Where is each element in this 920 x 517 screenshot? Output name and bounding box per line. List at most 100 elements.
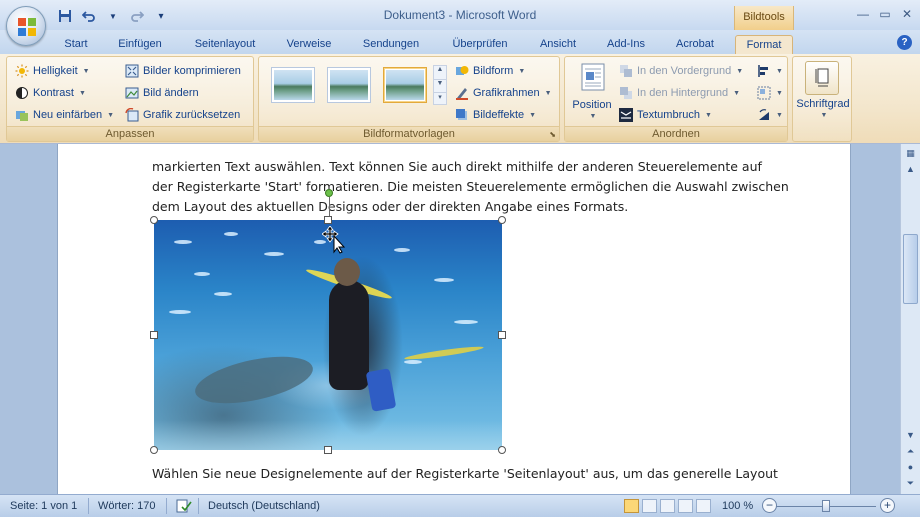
dropdown-arrow-icon: ▼ bbox=[736, 67, 744, 75]
bildform-button[interactable]: Bildform ▼ bbox=[455, 62, 525, 80]
document-text-line[interactable]: der Registerkarte 'Start' formatieren. D… bbox=[152, 177, 789, 197]
tab-acrobat[interactable]: Acrobat bbox=[668, 35, 722, 54]
diver-head-shape bbox=[334, 258, 360, 286]
bild-aendern-label: Bild ändern bbox=[143, 87, 199, 99]
picture-style-thumbnail[interactable] bbox=[271, 67, 315, 103]
previous-page-icon[interactable]: ⏶ bbox=[903, 444, 918, 458]
position-button[interactable]: Position ▼ bbox=[569, 61, 615, 125]
zoom-level[interactable]: 100 % bbox=[722, 500, 753, 512]
resize-handle-sw[interactable] bbox=[150, 446, 158, 454]
proofing-icon[interactable] bbox=[176, 499, 192, 513]
scrollbar-thumb[interactable] bbox=[903, 234, 918, 304]
text-wrapping-icon bbox=[619, 108, 633, 122]
word-count[interactable]: Wörter: 170 bbox=[98, 500, 155, 512]
group-anordnen: Position ▼ In den Vordergrund ▼ In den Hi… bbox=[564, 56, 788, 142]
rotate-button[interactable]: ▼ bbox=[757, 106, 783, 124]
gallery-scroll[interactable]: ▲ ▼ ▾ bbox=[433, 65, 447, 105]
tab-format[interactable]: Format bbox=[735, 35, 793, 54]
outline-view-icon[interactable] bbox=[678, 499, 693, 513]
vordergrund-button[interactable]: In den Vordergrund ▼ bbox=[619, 62, 743, 80]
title-bar: ▼ ▾ Dokument3 - Microsoft Word Bildtools… bbox=[0, 0, 920, 30]
document-text-line[interactable]: dem Layout des aktuellen Designs oder de… bbox=[152, 197, 772, 217]
bildeffekte-button[interactable]: Bildeffekte ▼ bbox=[455, 106, 536, 124]
group-objects-button[interactable]: ▼ bbox=[757, 84, 783, 102]
gallery-down-icon[interactable]: ▼ bbox=[434, 79, 446, 92]
ribbon: Helligkeit ▼ Kontrast ▼ Neu einfärben ▼ Bil… bbox=[0, 54, 920, 144]
scroll-down-icon[interactable]: ▼ bbox=[903, 428, 918, 442]
language-indicator[interactable]: Deutsch (Deutschland) bbox=[208, 500, 320, 512]
tab-sendungen[interactable]: Sendungen bbox=[355, 35, 427, 54]
hintergrund-label: In den Hintergrund bbox=[637, 87, 729, 99]
zoom-in-button[interactable]: + bbox=[880, 498, 895, 513]
textumbruch-button[interactable]: Textumbruch ▼ bbox=[619, 106, 712, 124]
vertical-scrollbar[interactable]: ▦ ▲ ▼ ⏶ ● ⏷ bbox=[900, 144, 920, 494]
tab-ansicht[interactable]: Ansicht bbox=[532, 35, 584, 54]
group-label-anordnen: Anordnen bbox=[565, 126, 787, 141]
document-text-line[interactable]: Wählen Sie neue Designelemente auf der R… bbox=[152, 464, 778, 484]
ruler-toggle-icon[interactable]: ▦ bbox=[903, 146, 918, 160]
fish-shape bbox=[169, 310, 191, 314]
page-count[interactable]: Seite: 1 von 1 bbox=[10, 500, 77, 512]
next-page-icon[interactable]: ⏷ bbox=[903, 476, 918, 490]
grafik-zuruecksetzen-button[interactable]: Grafik zurücksetzen bbox=[125, 106, 240, 124]
selected-picture[interactable] bbox=[154, 220, 502, 450]
compress-pictures-icon bbox=[125, 64, 139, 78]
tab-verweise[interactable]: Verweise bbox=[280, 35, 338, 54]
bild-aendern-button[interactable]: Bild ändern bbox=[125, 84, 199, 102]
tab-ueberpruefen[interactable]: Überprüfen bbox=[444, 35, 516, 54]
gallery-more-icon[interactable]: ▾ bbox=[434, 92, 446, 104]
document-page[interactable]: markierten Text auswählen. Text können S… bbox=[57, 144, 851, 494]
align-button[interactable]: ▼ bbox=[757, 62, 783, 80]
tab-einfuegen[interactable]: Einfügen bbox=[110, 35, 170, 54]
scroll-up-icon[interactable]: ▲ bbox=[903, 162, 918, 176]
picture-style-thumbnail[interactable] bbox=[383, 67, 427, 103]
stingray-shape bbox=[191, 347, 317, 413]
tab-seitenlayout[interactable]: Seitenlayout bbox=[188, 35, 262, 54]
resize-handle-n[interactable] bbox=[324, 216, 332, 224]
bilder-komprimieren-button[interactable]: Bilder komprimieren bbox=[125, 62, 241, 80]
picture-style-thumbnail[interactable] bbox=[327, 67, 371, 103]
resize-handle-w[interactable] bbox=[150, 331, 158, 339]
bildform-label: Bildform bbox=[473, 65, 514, 77]
maximize-icon[interactable]: ▭ bbox=[874, 5, 896, 23]
minimize-icon[interactable]: — bbox=[852, 5, 874, 23]
textumbruch-label: Textumbruch bbox=[637, 109, 700, 121]
rotate-handle[interactable] bbox=[325, 189, 333, 197]
dialog-launcher-icon[interactable]: ⬊ bbox=[549, 130, 556, 139]
fish-shape bbox=[224, 232, 238, 236]
hintergrund-button[interactable]: In den Hintergrund ▼ bbox=[619, 84, 740, 102]
document-area: markierten Text auswählen. Text können S… bbox=[0, 144, 920, 494]
kontrast-button[interactable]: Kontrast ▼ bbox=[15, 84, 86, 102]
select-browse-object-icon[interactable]: ● bbox=[903, 460, 918, 474]
full-screen-reading-view-icon[interactable] bbox=[642, 499, 657, 513]
office-button[interactable] bbox=[6, 6, 46, 46]
close-icon[interactable]: ✕ bbox=[896, 5, 918, 23]
picture-border-icon bbox=[456, 88, 468, 100]
helligkeit-button[interactable]: Helligkeit ▼ bbox=[15, 62, 90, 80]
help-icon[interactable]: ? bbox=[897, 35, 912, 50]
neu-einfaerben-label: Neu einfärben bbox=[33, 109, 103, 121]
zoom-slider-thumb[interactable] bbox=[822, 500, 830, 512]
zoom-out-button[interactable]: − bbox=[762, 498, 777, 513]
resize-handle-se[interactable] bbox=[498, 446, 506, 454]
tab-addins[interactable]: Add-Ins bbox=[600, 35, 652, 54]
position-icon bbox=[581, 63, 605, 91]
grafikrahmen-button[interactable]: Grafikrahmen ▼ bbox=[455, 84, 552, 102]
document-text-line[interactable]: markierten Text auswählen. Text können S… bbox=[152, 157, 772, 177]
resize-handle-s[interactable] bbox=[324, 446, 332, 454]
neu-einfaerben-button[interactable]: Neu einfärben ▼ bbox=[15, 106, 114, 124]
position-label: Position bbox=[572, 99, 612, 111]
gallery-up-icon[interactable]: ▲ bbox=[434, 66, 446, 79]
dropdown-arrow-icon: ▼ bbox=[82, 67, 90, 75]
draft-view-icon[interactable] bbox=[696, 499, 711, 513]
resize-handle-nw[interactable] bbox=[150, 216, 158, 224]
move-cursor-icon bbox=[322, 226, 346, 254]
tab-start[interactable]: Start bbox=[58, 35, 94, 54]
size-button[interactable] bbox=[805, 61, 839, 95]
contextual-tab-title: Bildtools bbox=[734, 6, 794, 30]
resize-handle-e[interactable] bbox=[498, 331, 506, 339]
resize-handle-ne[interactable] bbox=[498, 216, 506, 224]
kontrast-label: Kontrast bbox=[33, 87, 74, 99]
web-layout-view-icon[interactable] bbox=[660, 499, 675, 513]
print-layout-view-icon[interactable] bbox=[624, 499, 639, 513]
